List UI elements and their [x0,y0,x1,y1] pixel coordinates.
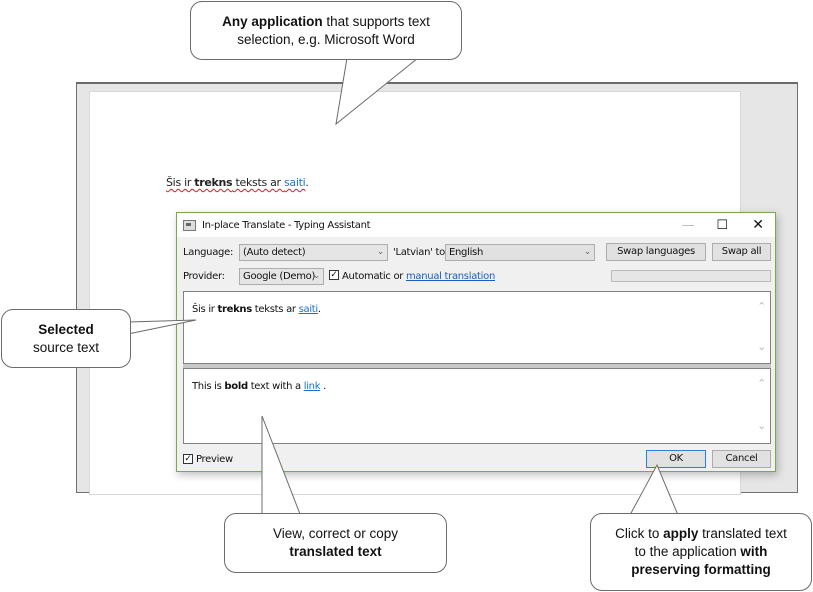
check-icon: ✓ [330,270,338,280]
swap-all-button[interactable]: Swap all [712,243,771,261]
callout-any-application: Any application that supports text selec… [190,1,462,60]
scroll-up-icon[interactable]: ⌃ [757,300,766,313]
callout-text: to the application [634,544,741,559]
callout-text: that supports text [322,13,430,29]
source-text-bold: trekns [217,304,252,315]
source-text-part: Šis ir [192,304,218,315]
preview-checkbox[interactable]: ✓ [183,454,193,464]
provider-select[interactable]: Google (Demo) ⌄ [239,268,324,285]
source-text-part: teksts ar [251,304,299,315]
callout-selected-source: Selected source text [1,309,131,368]
source-text-link[interactable]: saiti [299,304,319,315]
translated-text-part: . [320,381,326,392]
close-button[interactable]: ✕ [740,213,776,237]
scroll-down-icon[interactable]: ⌄ [757,419,766,432]
doc-text-part: Šis ir [166,176,195,189]
swap-languages-button[interactable]: Swap languages [606,243,706,261]
source-text-box[interactable]: Šis ir trekns teksts ar saiti. ⌃ ⌄ [183,291,771,364]
callout-text: View, correct or copy [272,526,399,541]
callout-text: selection, e.g. Microsoft Word [237,31,415,47]
translated-text-link[interactable]: link [304,381,321,392]
detected-language-label: 'Latvian' to [393,247,445,258]
callout-line: Any application that supports text [222,13,430,31]
callout-bold: apply [663,526,699,541]
doc-text-bold: trekns [194,176,233,189]
doc-link[interactable]: saiti [284,176,306,189]
chevron-down-icon: ⌄ [583,247,592,257]
automatic-checkbox[interactable]: ✓ [329,270,339,280]
document-text[interactable]: Šis ir trekns teksts ar saiti. [166,176,309,189]
callout-apply-translation: Click to apply translated text to the ap… [590,513,812,591]
maximize-button[interactable]: ☐ [704,213,740,237]
provider-value: Google (Demo) [243,271,316,282]
chevron-down-icon: ⌄ [312,271,321,281]
doc-text-part: teksts ar [232,176,284,189]
source-language-select[interactable]: (Auto detect) ⌄ [239,244,388,261]
ok-button[interactable]: OK [646,450,706,468]
callout-line: Click to apply translated text [615,525,787,543]
callout-text: translated text [698,526,787,541]
translated-text-box[interactable]: This is bold text with a link . ⌃ ⌄ [183,368,771,444]
provider-label: Provider: [183,271,225,282]
minimize-button[interactable]: — [670,213,706,237]
translated-text: This is bold text with a link . [192,381,326,392]
chevron-down-icon: ⌄ [376,247,385,257]
scroll-down-icon[interactable]: ⌄ [757,340,766,353]
target-language-value: English [449,247,484,258]
callout-bold: Selected [38,321,94,337]
automatic-label: Automatic or manual translation [342,271,495,282]
translated-text-bold: bold [224,381,248,392]
manual-translation-link[interactable]: manual translation [406,271,495,282]
callout-bold: translated text [289,544,382,559]
dialog-title: In-place Translate - Typing Assistant [202,219,371,231]
translated-text-part: This is [192,381,225,392]
progress-bar [611,270,771,282]
translated-text-part: text with a [247,381,304,392]
automatic-text: Automatic or [342,271,406,282]
doc-text-part: . [305,176,309,189]
callout-text: source text [32,339,100,355]
cancel-button[interactable]: Cancel [712,450,771,468]
translate-dialog: In-place Translate - Typing Assistant — … [176,212,776,472]
callout-text: Click to [615,526,664,541]
callout-bold: with [740,544,768,559]
language-label: Language: [183,247,234,258]
callout-bold: Any application [222,13,323,29]
scroll-up-icon[interactable]: ⌃ [757,377,766,390]
callout-line: to the application with [635,543,768,561]
source-text: Šis ir trekns teksts ar saiti. [192,304,321,315]
callout-bold: preserving formatting [631,562,771,577]
check-icon: ✓ [184,454,192,464]
preview-label: Preview [196,454,233,465]
title-bar[interactable]: In-place Translate - Typing Assistant — … [177,213,775,237]
source-text-part: . [317,304,321,315]
app-icon [183,219,196,231]
callout-translated-text: View, correct or copy translated text [224,513,447,573]
source-language-value: (Auto detect) [243,247,306,258]
target-language-select[interactable]: English ⌄ [445,244,595,261]
